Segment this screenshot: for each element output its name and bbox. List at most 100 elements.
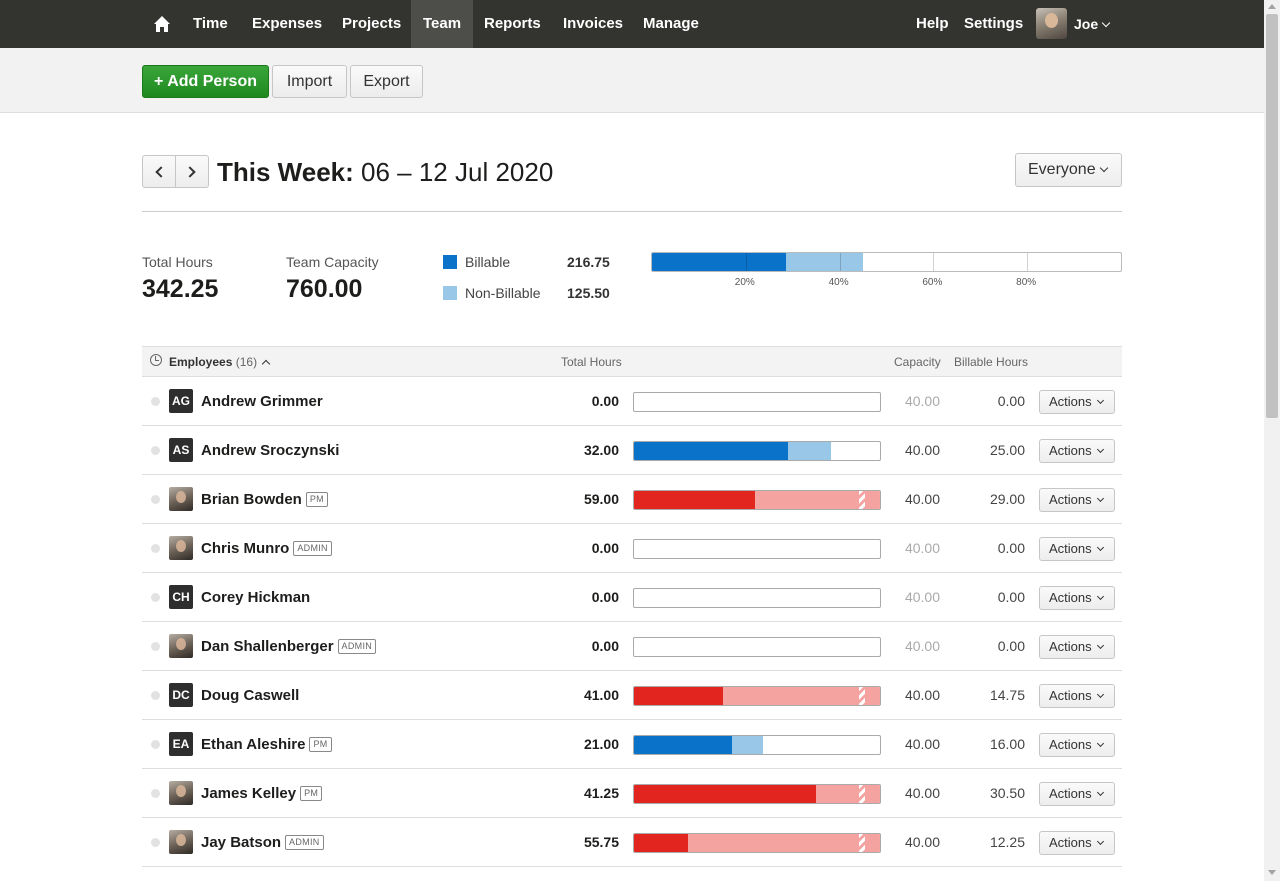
billable-fill bbox=[634, 834, 689, 852]
people-filter-dropdown[interactable]: Everyone bbox=[1015, 153, 1122, 187]
progress-tick-label: 80% bbox=[1016, 277, 1037, 288]
avatar: AG bbox=[169, 389, 193, 413]
employees-count: (16) bbox=[235, 355, 258, 369]
role-badge: ADMIN bbox=[293, 541, 332, 556]
nav-time[interactable]: Time bbox=[193, 0, 228, 48]
table-row[interactable]: Chris Munro ADMIN 0.00 40.00 0.00 Actions bbox=[142, 524, 1122, 573]
total-hours: 32.00 bbox=[583, 442, 619, 458]
table-row[interactable]: DC Doug Caswell 41.00 40.00 14.75 Actions bbox=[142, 671, 1122, 720]
nav-settings[interactable]: Settings bbox=[964, 0, 1023, 48]
nonbillable-fill bbox=[815, 785, 880, 803]
employee-name-text: Chris Munro bbox=[201, 540, 290, 557]
nonbillable-fill bbox=[688, 834, 880, 852]
actions-dropdown[interactable]: Actions bbox=[1039, 782, 1115, 806]
actions-dropdown[interactable]: Actions bbox=[1039, 439, 1115, 463]
nav-help[interactable]: Help bbox=[916, 0, 949, 48]
total-hours-label: Total Hours bbox=[142, 254, 213, 270]
employee-name[interactable]: Dan Shallenberger ADMIN bbox=[201, 638, 377, 655]
chevron-down-icon bbox=[1096, 837, 1104, 846]
avatar: AS bbox=[169, 438, 193, 462]
role-badge: PM bbox=[305, 492, 328, 507]
scroll-down-arrow-icon[interactable] bbox=[1268, 870, 1276, 875]
progress-tick-label: 40% bbox=[828, 277, 849, 288]
employee-name[interactable]: Corey Hickman bbox=[201, 589, 310, 606]
employees-sort-toggle[interactable]: Employees (16) bbox=[169, 355, 271, 369]
billable-fill bbox=[634, 785, 816, 803]
table-row[interactable]: James Kelley PM 41.25 40.00 30.50 Actions bbox=[142, 769, 1122, 818]
employees-label: Employees bbox=[169, 355, 233, 369]
status-dot bbox=[151, 397, 160, 406]
scroll-up-arrow-icon[interactable] bbox=[1268, 4, 1276, 9]
total-hours: 21.00 bbox=[583, 736, 619, 752]
actions-dropdown[interactable]: Actions bbox=[1039, 684, 1115, 708]
progress-tick-label: 60% bbox=[922, 277, 943, 288]
nonbillable-fill bbox=[732, 736, 764, 754]
nav-team[interactable]: Team bbox=[411, 0, 474, 48]
over-capacity-break bbox=[859, 491, 865, 509]
billable-hours: 25.00 bbox=[989, 442, 1025, 458]
table-row[interactable]: Brian Bowden PM 59.00 40.00 29.00 Actions bbox=[142, 475, 1122, 524]
user-name: Joe bbox=[1074, 16, 1099, 32]
employee-name-text: Andrew Grimmer bbox=[201, 393, 323, 410]
previous-week-button[interactable] bbox=[142, 155, 176, 188]
nav-projects[interactable]: Projects bbox=[342, 0, 401, 48]
employee-name[interactable]: James Kelley PM bbox=[201, 785, 323, 802]
over-capacity-break bbox=[859, 785, 865, 803]
employee-name-text: Doug Caswell bbox=[201, 687, 300, 704]
top-navigation: Time Expenses Projects Team Reports Invoices M… bbox=[0, 0, 1264, 48]
employee-name[interactable]: Jay Batson ADMIN bbox=[201, 834, 324, 851]
employee-name[interactable]: Chris Munro ADMIN bbox=[201, 540, 332, 557]
table-row[interactable]: EA Ethan Aleshire PM 21.00 40.00 16.00 Actions bbox=[142, 720, 1122, 769]
total-hours: 55.75 bbox=[583, 834, 619, 850]
next-week-button[interactable] bbox=[175, 155, 209, 188]
export-button[interactable]: Export bbox=[350, 65, 423, 98]
billable-hours: 16.00 bbox=[989, 736, 1025, 752]
table-row[interactable]: AG Andrew Grimmer 0.00 40.00 0.00 Actions bbox=[142, 377, 1122, 426]
avatar: DC bbox=[169, 683, 193, 707]
billable-fill bbox=[634, 687, 723, 705]
actions-dropdown[interactable]: Actions bbox=[1039, 733, 1115, 757]
nav-invoices[interactable]: Invoices bbox=[563, 0, 623, 48]
status-dot bbox=[151, 691, 160, 700]
user-avatar[interactable] bbox=[1036, 8, 1067, 39]
import-button[interactable]: Import bbox=[272, 65, 347, 98]
add-person-button[interactable]: + Add Person bbox=[142, 65, 269, 98]
people-filter-value: Everyone bbox=[1028, 161, 1096, 178]
nav-expenses[interactable]: Expenses bbox=[252, 0, 322, 48]
nav-manage[interactable]: Manage bbox=[643, 0, 699, 48]
billable-swatch bbox=[443, 255, 457, 269]
employee-name[interactable]: Ethan Aleshire PM bbox=[201, 736, 332, 753]
scrollbar-thumb[interactable] bbox=[1266, 14, 1278, 418]
actions-dropdown[interactable]: Actions bbox=[1039, 390, 1115, 414]
actions-dropdown[interactable]: Actions bbox=[1039, 488, 1115, 512]
chevron-left-icon bbox=[155, 166, 167, 178]
team-capacity-value: 760.00 bbox=[286, 275, 363, 303]
nav-reports[interactable]: Reports bbox=[484, 0, 541, 48]
table-row[interactable]: Dan Shallenberger ADMIN 0.00 40.00 0.00 Actio… bbox=[142, 622, 1122, 671]
employee-name[interactable]: Brian Bowden PM bbox=[201, 491, 328, 508]
column-total-hours: Total Hours bbox=[561, 355, 622, 369]
chevron-down-icon bbox=[1101, 18, 1111, 28]
total-hours: 41.25 bbox=[583, 785, 619, 801]
progress-tick-line bbox=[839, 253, 841, 271]
employee-name[interactable]: Doug Caswell bbox=[201, 687, 299, 704]
table-row[interactable]: CH Corey Hickman 0.00 40.00 0.00 Actions bbox=[142, 573, 1122, 622]
employee-name[interactable]: Andrew Grimmer bbox=[201, 393, 323, 410]
employee-name[interactable]: Andrew Sroczynski bbox=[201, 442, 339, 459]
table-row[interactable]: Jay Batson ADMIN 55.75 40.00 12.25 Actions bbox=[142, 818, 1122, 867]
actions-dropdown[interactable]: Actions bbox=[1039, 635, 1115, 659]
actions-dropdown[interactable]: Actions bbox=[1039, 831, 1115, 855]
actions-dropdown[interactable]: Actions bbox=[1039, 586, 1115, 610]
billable-hours: 0.00 bbox=[997, 540, 1025, 556]
team-capacity-label: Team Capacity bbox=[286, 254, 379, 270]
home-icon[interactable] bbox=[153, 15, 171, 33]
table-row[interactable]: AS Andrew Sroczynski 32.00 40.00 25.00 Action… bbox=[142, 426, 1122, 475]
actions-dropdown[interactable]: Actions bbox=[1039, 537, 1115, 561]
user-menu[interactable]: Joe bbox=[1074, 0, 1111, 48]
progress-tick-line bbox=[933, 253, 935, 271]
capacity: 40.00 bbox=[904, 687, 940, 703]
capacity: 40.00 bbox=[904, 589, 940, 605]
chevron-down-icon bbox=[1096, 543, 1104, 552]
capacity: 40.00 bbox=[904, 785, 940, 801]
column-billable-hours: Billable Hours bbox=[954, 355, 1029, 369]
